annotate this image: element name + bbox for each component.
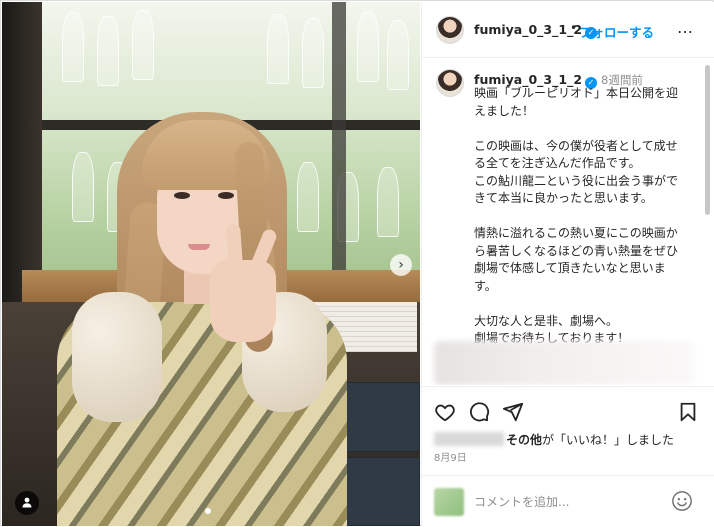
username-text[interactable]: fumiya_0_3_1_2 <box>474 22 582 37</box>
emoji-icon[interactable] <box>671 490 693 512</box>
heart-icon[interactable] <box>434 401 456 423</box>
caption-line: この映画は、今の僕が役者として成せ <box>474 138 678 153</box>
blurred-comment <box>434 341 694 385</box>
scrollbar[interactable] <box>705 65 710 215</box>
post-actions: その他が「いいね！」しました 8月9日 <box>422 386 714 526</box>
caption-line: 大切な人と是非、劇場へ。 <box>474 313 619 328</box>
likes-suffix: が「いいね！」しました <box>542 433 675 447</box>
likes-text: その他が「いいね！」しました <box>434 431 674 448</box>
separator: • <box>570 21 578 35</box>
eye <box>218 192 234 199</box>
comment-bar <box>422 475 714 527</box>
likes-others-link[interactable]: その他 <box>506 433 542 447</box>
caption-line: きて本当に良かったと思います。 <box>474 191 653 205</box>
caption-line: 映画「ブルーピリオド」本日公開を迎 <box>474 86 679 100</box>
bookmark-icon[interactable] <box>677 401 699 423</box>
share-icon[interactable] <box>502 401 524 423</box>
comment-icon[interactable] <box>468 401 490 423</box>
comments-area: fumiya_0_3_1_2 ✓ 8週間前 映画「ブルーピリオド」本日公開を迎 えまし… <box>422 59 714 385</box>
next-arrow-icon[interactable]: › <box>390 254 412 276</box>
caption-text: 映画「ブルーピリオド」本日公開を迎 えました！ この映画は、今の僕が役者として成せる… <box>474 85 700 348</box>
comment-input[interactable] <box>474 491 664 513</box>
tag-user-icon[interactable] <box>15 491 39 515</box>
person <box>2 2 420 526</box>
caption-line: この鮎川龍二という役に出会う事がで <box>474 173 679 188</box>
carousel-indicator <box>205 508 211 514</box>
avatar <box>434 488 464 516</box>
eye <box>174 192 190 199</box>
mouth <box>188 244 210 250</box>
post-header: fumiya_0_3_1_2 ✓ • フォローする … <box>422 2 714 58</box>
post-side-panel: fumiya_0_3_1_2 ✓ • フォローする … fumiya_0_3_1_… <box>421 2 714 526</box>
fur-vest <box>72 292 162 422</box>
caption-line: る全てを注ぎ込んだ作品です。 <box>474 156 641 170</box>
follow-button[interactable]: フォローする <box>579 22 654 41</box>
caption-line: ら暑苦しくなるほどの青い熱量をぜひ <box>474 243 679 258</box>
instagram-post-modal: › fumiya_0_3_1_2 ✓ • フォローする … fumiya_0_3_… <box>0 0 714 526</box>
post-photo[interactable]: › <box>2 2 420 526</box>
caption-line: 劇場で体感して頂きたいなと思いま <box>474 261 666 275</box>
avatar[interactable] <box>436 16 464 44</box>
post-date[interactable]: 8月9日 <box>434 449 467 464</box>
avatar[interactable] <box>436 69 464 97</box>
more-icon[interactable]: … <box>677 18 694 37</box>
caption-line: 情熱に溢れるこの熱い夏にこの映画か <box>474 226 678 240</box>
caption-line: えました！ <box>474 103 535 118</box>
caption-line: す。 <box>474 278 497 293</box>
blurred-username <box>434 432 504 446</box>
